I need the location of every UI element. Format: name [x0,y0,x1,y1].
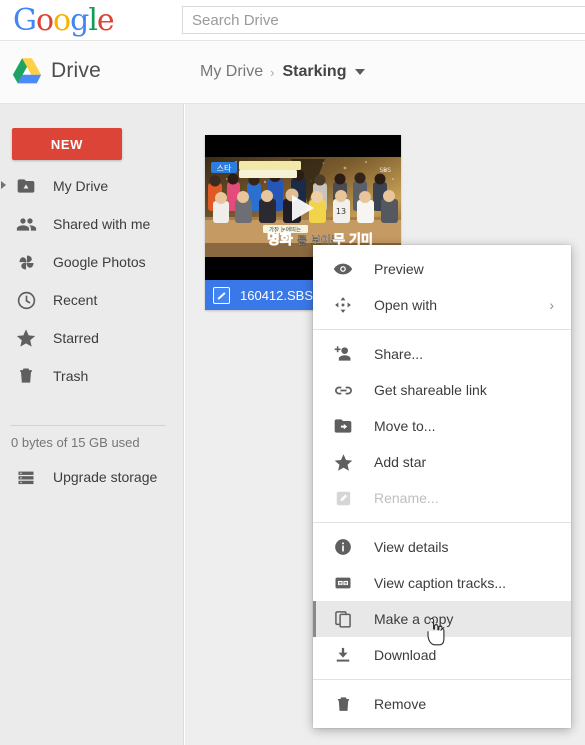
menu-item-share[interactable]: Share... [313,336,571,372]
sidebar-item-label: Shared with me [53,216,151,232]
menu-item-label: Rename... [374,490,439,506]
sidebar-item-label: Trash [53,368,89,384]
logo-letter-l: l [88,3,98,38]
menu-item-move-to[interactable]: Move to... [313,408,571,444]
sidebar-item-my-drive[interactable]: My Drive [0,167,184,205]
google-drive-window: Google Search Drive Drive My Drive › Sta… [0,0,585,745]
top-bar: Google Search Drive [0,0,585,41]
menu-separator [313,679,571,680]
logo-letter-e: e [96,3,115,38]
header-row: Drive My Drive › Starking [0,41,585,104]
drive-brand-label: Drive [51,58,102,82]
video-file-icon [213,286,230,304]
trash-icon [14,364,38,388]
open-with-icon [332,294,354,316]
menu-item-label: Add star [374,454,427,470]
svg-text:스타: 스타 [217,164,232,173]
menu-item-label: Make a copy [374,611,454,627]
menu-item-label: Preview [374,261,424,277]
storage-bars-icon [14,465,38,489]
upgrade-storage-label: Upgrade storage [53,469,158,485]
breadcrumb: My Drive › Starking [200,63,366,81]
breadcrumb-current-folder[interactable]: Starking [280,63,346,81]
sidebar-item-trash[interactable]: Trash [0,357,184,395]
context-menu: Preview Open with › Share... Get shareab… [313,245,571,728]
sidebar-item-recent[interactable]: Recent [0,281,184,319]
menu-item-make-a-copy[interactable]: Make a copy [313,601,571,637]
logo-letter-o1: o [35,3,54,38]
sidebar-divider [10,425,166,426]
sidebar-nav-list: My Drive Shared with me Google Photos Re… [0,167,184,395]
sidebar-item-shared-with-me[interactable]: Shared with me [0,205,184,243]
search-placeholder: Search Drive [192,11,279,29]
google-drive-logo-icon [12,58,42,84]
menu-item-rename: Rename... [313,480,571,516]
logo-letter-g1: G [13,3,37,38]
menu-item-label: View details [374,539,449,555]
breadcrumb-my-drive[interactable]: My Drive [200,63,270,81]
download-icon [332,644,354,666]
move-folder-icon [332,415,354,437]
my-drive-folder-icon [14,174,38,198]
svg-text:13: 13 [336,207,346,216]
upgrade-storage-link[interactable]: Upgrade storage [0,459,184,495]
pencil-icon [332,487,354,509]
menu-item-preview[interactable]: Preview [313,251,571,287]
menu-item-view-details[interactable]: View details [313,529,571,565]
menu-item-label: Move to... [374,418,436,434]
info-icon [332,536,354,558]
people-icon [14,212,38,236]
menu-item-label: View caption tracks... [374,575,507,591]
svg-text:명화: 명화 [267,231,293,248]
menu-item-add-star[interactable]: Add star [313,444,571,480]
eye-icon [332,258,354,280]
submenu-chevron-icon: › [549,297,554,313]
breadcrumb-separator: › [270,64,275,80]
storage-usage-text: 0 bytes of 15 GB used [11,435,140,450]
star-icon [14,326,38,350]
copy-icon [332,608,354,630]
star-icon [332,451,354,473]
clock-icon [14,288,38,312]
sidebar-item-google-photos[interactable]: Google Photos [0,243,184,281]
menu-item-label: Remove [374,696,427,712]
search-input[interactable]: Search Drive [182,6,585,34]
menu-item-label: Get shareable link [374,382,487,398]
menu-item-open-with[interactable]: Open with › [313,287,571,323]
sidebar-item-label: My Drive [53,178,109,194]
google-logo[interactable]: Google [13,3,115,38]
new-button[interactable]: NEW [12,128,122,160]
expand-triangle-icon[interactable] [1,181,6,189]
play-triangle-icon[interactable] [292,194,314,221]
menu-item-view-caption-tracks[interactable]: View caption tracks... [313,565,571,601]
sidebar-item-label: Google Photos [53,254,146,270]
closed-caption-icon [332,572,354,594]
menu-separator [313,522,571,523]
link-icon [332,379,354,401]
sidebar: NEW My Drive Shared with me Google Photo… [0,104,184,745]
menu-item-label: Download [374,647,437,663]
sidebar-item-starred[interactable]: Starred [0,319,184,357]
menu-item-download[interactable]: Download [313,637,571,673]
sidebar-item-label: Starred [53,330,99,346]
file-name-label: 160412.SBS [240,287,314,303]
person-add-icon [332,343,354,365]
menu-item-remove[interactable]: Remove [313,686,571,722]
drive-brand[interactable]: Drive [12,57,101,84]
svg-text:SBS: SBS [379,167,391,174]
menu-item-get-shareable-link[interactable]: Get shareable link [313,372,571,408]
logo-letter-o2: o [53,3,71,38]
trash-icon [332,693,354,715]
menu-item-label: Share... [374,346,424,362]
menu-separator [313,329,571,330]
sidebar-item-label: Recent [53,292,98,308]
chevron-down-icon[interactable] [355,69,366,75]
logo-letter-g2: g [70,3,89,38]
menu-item-label: Open with [374,297,438,313]
google-photos-icon [14,250,38,274]
